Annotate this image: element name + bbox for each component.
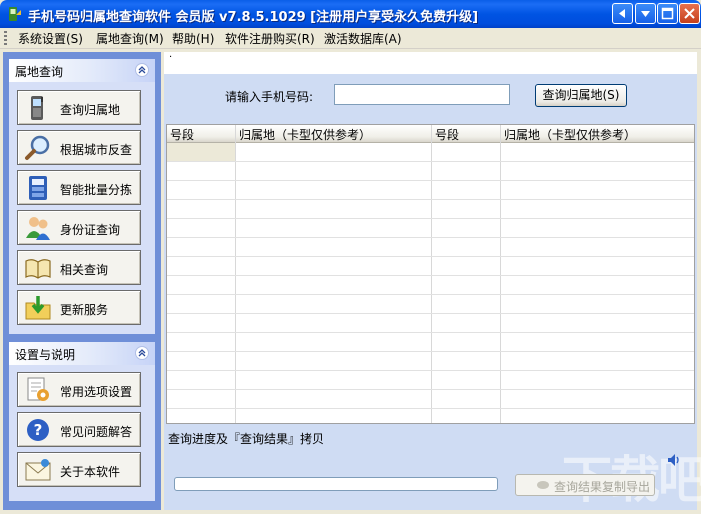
collapse-chevron-icon[interactable] xyxy=(135,346,149,360)
magnifier-icon xyxy=(24,134,52,162)
info-dot: · xyxy=(169,52,173,63)
copy-icon xyxy=(537,481,549,489)
arrow-down-icon xyxy=(641,11,650,17)
maximize-button[interactable] xyxy=(657,3,678,24)
table-row xyxy=(167,294,694,295)
window-title: 手机号码归属地查询软件 会员版 v7.8.5.1029 [注册用户享受永久免费升… xyxy=(28,10,479,25)
book-icon xyxy=(24,254,52,282)
speaker-icon[interactable] xyxy=(666,452,682,471)
menu-activate-database[interactable]: 激活数据库(A) xyxy=(324,30,402,47)
help-icon: ? xyxy=(24,416,52,444)
section-header-location-query[interactable]: 属地查询 xyxy=(9,59,155,82)
nav-label: 智能批量分拣 xyxy=(60,183,133,197)
svg-text:?: ? xyxy=(34,421,43,439)
task-panel: 属地查询 查询归属地 根据城市反查 智能批量分拣 身份证查询 相关查询 更新服务… xyxy=(3,52,161,510)
table-row xyxy=(167,237,694,238)
minimize-button[interactable] xyxy=(635,3,656,24)
nav-label: 查询归属地 xyxy=(60,103,121,117)
help-window-button[interactable] xyxy=(612,3,633,24)
column-header[interactable]: 号段 xyxy=(435,126,459,143)
section-settings-help: 设置与说明 常用选项设置 ? 常见问题解答 关于本软件 xyxy=(9,342,155,501)
progress-bar xyxy=(174,477,498,491)
mobile-phone-icon xyxy=(24,94,52,122)
nav-label: 关于本软件 xyxy=(60,465,121,479)
info-strip: · xyxy=(164,52,697,74)
column-divider xyxy=(235,125,236,423)
menu-location-query[interactable]: 属地查询(M) xyxy=(96,30,164,47)
table-row xyxy=(167,408,694,409)
menu-system-settings[interactable]: 系统设置(S) xyxy=(18,30,83,47)
arrow-left-icon xyxy=(619,9,625,18)
column-header[interactable]: 归属地（卡型仅供参考） xyxy=(239,126,371,143)
nav-label: 身份证查询 xyxy=(60,223,121,237)
progress-label: 查询进度及『查询结果』拷贝 xyxy=(168,432,325,446)
nav-update-service-button[interactable]: 更新服务 xyxy=(17,290,141,325)
database-icon xyxy=(24,174,52,202)
nav-about-button[interactable]: 关于本软件 xyxy=(17,452,141,487)
close-button[interactable] xyxy=(679,3,700,24)
table-row xyxy=(167,256,694,257)
table-row xyxy=(167,370,694,371)
table-row xyxy=(167,389,694,390)
phone-label: 请输入手机号码: xyxy=(225,90,314,104)
table-row xyxy=(167,332,694,333)
nav-id-card-query-button[interactable]: 身份证查询 xyxy=(17,210,141,245)
query-location-button[interactable]: 查询归属地(S) xyxy=(535,84,627,107)
table-row xyxy=(167,313,694,314)
phone-number-input[interactable] xyxy=(334,84,510,105)
menu-register-purchase[interactable]: 软件注册购买(R) xyxy=(225,30,315,47)
section-header-settings-help[interactable]: 设置与说明 xyxy=(9,342,155,365)
menu-grip xyxy=(4,31,7,45)
settings-document-icon xyxy=(24,376,52,404)
table-row xyxy=(167,275,694,276)
nav-label: 常用选项设置 xyxy=(60,385,133,399)
nav-related-query-button[interactable]: 相关查询 xyxy=(17,250,141,285)
nav-reverse-by-city-button[interactable]: 根据城市反查 xyxy=(17,130,141,165)
export-label: 查询结果复制导出 xyxy=(554,480,651,494)
menu-bar: 系统设置(S) 属地查询(M) 帮助(H) 软件注册购买(R) 激活数据库(A) xyxy=(0,28,701,49)
nav-label: 常见问题解答 xyxy=(60,425,133,439)
table-row xyxy=(167,218,694,219)
nav-label: 相关查询 xyxy=(60,263,109,277)
collapse-chevron-icon[interactable] xyxy=(135,63,149,77)
section-title: 属地查询 xyxy=(15,65,64,79)
section-title: 设置与说明 xyxy=(15,348,76,362)
table-row xyxy=(167,180,694,181)
column-divider xyxy=(500,125,501,423)
results-table[interactable]: 号段 归属地（卡型仅供参考） 号段 归属地（卡型仅供参考） xyxy=(166,124,695,424)
main-panel: · 请输入手机号码: 查询归属地(S) 号段 归属地（卡型仅供参考） 号段 归属… xyxy=(164,52,701,510)
nav-faq-button[interactable]: ? 常见问题解答 xyxy=(17,412,141,447)
envelope-icon xyxy=(24,456,52,484)
close-icon xyxy=(684,8,695,19)
table-row xyxy=(167,199,694,200)
nav-batch-sort-button[interactable]: 智能批量分拣 xyxy=(17,170,141,205)
selected-cell[interactable] xyxy=(167,143,235,161)
table-row xyxy=(167,351,694,352)
column-header[interactable]: 号段 xyxy=(170,126,194,143)
nav-label: 更新服务 xyxy=(60,303,109,317)
column-divider xyxy=(431,125,432,423)
export-results-button[interactable]: 查询结果复制导出 xyxy=(515,474,655,496)
menu-help[interactable]: 帮助(H) xyxy=(172,30,214,47)
section-location-query: 属地查询 查询归属地 根据城市反查 智能批量分拣 身份证查询 相关查询 更新服务 xyxy=(9,59,155,334)
app-logo-icon xyxy=(6,6,22,22)
users-icon xyxy=(24,214,52,242)
maximize-icon xyxy=(661,7,674,20)
table-row xyxy=(167,161,694,162)
nav-query-location-button[interactable]: 查询归属地 xyxy=(17,90,141,125)
nav-options-settings-button[interactable]: 常用选项设置 xyxy=(17,372,141,407)
nav-label: 根据城市反查 xyxy=(60,143,133,157)
folder-download-icon xyxy=(24,294,52,322)
title-bar: 手机号码归属地查询软件 会员版 v7.8.5.1029 [注册用户享受永久免费升… xyxy=(0,0,701,28)
column-header[interactable]: 归属地（卡型仅供参考） xyxy=(504,126,636,143)
